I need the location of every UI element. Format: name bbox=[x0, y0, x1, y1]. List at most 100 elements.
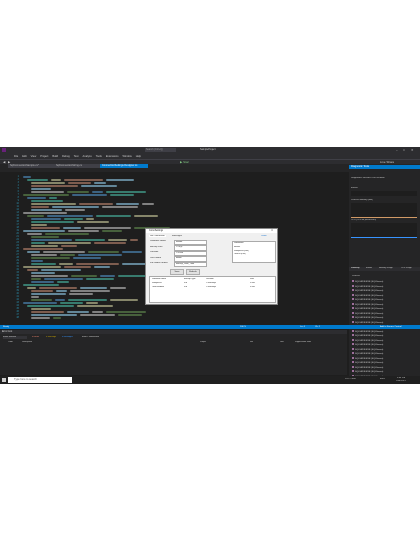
tab-memory-usage[interactable]: Memory Usage bbox=[379, 267, 393, 269]
code-token bbox=[57, 280, 69, 283]
process-name: SQLSRVR.EXE (SQLServer) bbox=[355, 348, 384, 351]
code-token bbox=[72, 193, 107, 196]
process-name: SQLSRVR.EXE (SQLServer) bbox=[355, 335, 384, 337]
tab-summary[interactable]: Summary bbox=[351, 267, 360, 269]
clock-date[interactable]: 10/8/2021 bbox=[396, 380, 406, 382]
build-filter[interactable]: Build + IntelliSense bbox=[82, 336, 99, 338]
backup-grid[interactable]: Database Name Backup Type Location Size Samp… bbox=[149, 276, 276, 303]
process-row[interactable]: SQLSRVR.EXE (SQLServer) bbox=[352, 316, 416, 320]
process-icon bbox=[352, 293, 354, 296]
error-list-column[interactable]: File bbox=[250, 341, 253, 343]
process-row[interactable]: SQLSRVR.EXE (SQLServer) bbox=[352, 284, 416, 289]
error-list-column[interactable]: Suppression State bbox=[295, 341, 311, 343]
taskbar-search-input[interactable]: Type here to search bbox=[8, 377, 72, 383]
title-search-input[interactable]: Search (Ctrl+Q) bbox=[145, 148, 176, 152]
process-row[interactable]: SQLSRVR.EXE (SQLServer) bbox=[352, 334, 416, 338]
source-control-button[interactable]: Add to Source Control bbox=[380, 325, 402, 329]
code-token bbox=[31, 181, 65, 184]
code-token bbox=[31, 316, 50, 319]
database-list[interactable]: Databases Master SampleDB (Full) TestDB (F… bbox=[232, 241, 276, 263]
grid-header[interactable]: Backup Type bbox=[184, 278, 196, 280]
code-token bbox=[27, 232, 42, 235]
menu-item-edit[interactable]: Edit bbox=[22, 155, 26, 158]
grid-header[interactable]: Database Name bbox=[152, 278, 166, 280]
tab-connectionsettings-designer[interactable]: ConnectionSettings.Designer.cs bbox=[100, 164, 148, 168]
field-input[interactable]: Backup_Date_Time bbox=[174, 261, 207, 267]
process-row[interactable]: SQLSRVR.EXE (SQLServer) bbox=[352, 365, 416, 370]
tab-sqlconnectionstring[interactable]: SqlConnectionString.cs bbox=[54, 164, 102, 168]
menu-item-view[interactable]: View bbox=[31, 155, 37, 158]
menu-item-tools[interactable]: Tools bbox=[96, 155, 102, 158]
grid-header[interactable]: Location bbox=[206, 278, 214, 280]
code-token bbox=[102, 229, 122, 232]
tab-messages[interactable]: Messages bbox=[172, 235, 182, 237]
events-label: Events bbox=[351, 187, 358, 189]
menu-item-help[interactable]: Help bbox=[136, 155, 141, 158]
windows-start-icon[interactable] bbox=[2, 378, 6, 382]
process-row[interactable]: SQLSRVR.EXE (SQLServer) bbox=[352, 347, 416, 352]
process-row[interactable]: SQLSRVR.EXE (SQLServer) bbox=[352, 293, 416, 298]
process-row[interactable]: SQLSRVR.EXE (SQLServer) bbox=[352, 352, 416, 356]
code-token bbox=[31, 208, 62, 211]
tab-db-connection[interactable]: DB Connection bbox=[149, 235, 166, 237]
process-row[interactable]: SQLSRVR.EXE (SQLServer) bbox=[352, 361, 416, 365]
process-row[interactable]: SQLSRVR.EXE (SQLServer) bbox=[352, 343, 416, 347]
code-token bbox=[31, 187, 51, 190]
database-list-item[interactable]: Master bbox=[234, 246, 274, 248]
menu-item-window[interactable]: Window bbox=[123, 155, 132, 158]
menu-item-build[interactable]: Build bbox=[52, 155, 58, 158]
dialog-close-icon[interactable]: ✕ bbox=[271, 229, 273, 232]
menu-item-extensions[interactable]: Extensions bbox=[106, 155, 119, 158]
process-row[interactable]: SQLSRVR.EXE (SQLServer) bbox=[352, 320, 416, 325]
warnings-filter[interactable]: 0 Warnings bbox=[46, 336, 56, 338]
database-list-item[interactable]: SampleDB (Full) bbox=[234, 250, 274, 252]
tab-cpu-usage[interactable]: CPU Usage bbox=[401, 267, 412, 269]
weather-widget[interactable]: 24°C Clear bbox=[345, 378, 356, 380]
process-row[interactable]: SQLSRVR.EXE (SQLServer) bbox=[352, 311, 416, 316]
database-list-item[interactable]: TestDB (Full) bbox=[234, 253, 274, 255]
process-row[interactable]: SQLSRVR.EXE (SQLServer) bbox=[352, 338, 416, 343]
process-name: SQLSRVR.EXE (SQLServer) bbox=[355, 330, 384, 333]
tab-sqlconnectionsample[interactable]: SqlConnectionSample.cs* bbox=[8, 164, 56, 168]
code-token bbox=[41, 268, 81, 271]
process-row[interactable]: SQLSRVR.EXE (SQLServer) bbox=[352, 307, 416, 311]
process-name: SQLSRVR.EXE (SQLServer) bbox=[355, 294, 384, 297]
process-row[interactable]: SQLSRVR.EXE (SQLServer) bbox=[352, 280, 416, 284]
scope-select[interactable]: Entire Solution bbox=[3, 336, 27, 339]
tab-events[interactable]: Events bbox=[366, 267, 372, 269]
code-token bbox=[23, 301, 57, 304]
status-ready: Ready bbox=[3, 326, 10, 328]
clock-time[interactable]: 5:04 PM bbox=[397, 377, 405, 379]
process-icon bbox=[352, 329, 354, 332]
process-row[interactable]: SQLSRVR.EXE (SQLServer) bbox=[352, 329, 416, 334]
messages-filter[interactable]: 0 Messages bbox=[62, 336, 73, 338]
process-row[interactable]: SQLSRVR.EXE (SQLServer) bbox=[352, 289, 416, 293]
menu-item-test[interactable]: Test bbox=[74, 155, 79, 158]
error-list-column[interactable]: Description bbox=[22, 341, 32, 343]
dialog-close-button[interactable]: Close bbox=[261, 235, 267, 237]
menu-item-analyze[interactable]: Analyze bbox=[83, 155, 92, 158]
error-list-column[interactable]: Code bbox=[8, 341, 13, 343]
save-button[interactable]: Save bbox=[170, 269, 184, 275]
language-indicator[interactable]: ENG bbox=[380, 378, 385, 380]
menu-item-debug[interactable]: Debug bbox=[62, 155, 70, 158]
close-button[interactable]: ✕ bbox=[411, 148, 416, 152]
process-row[interactable]: SQLSRVR.EXE (SQLServer) bbox=[352, 302, 416, 307]
menu-item-project[interactable]: Project bbox=[40, 155, 48, 158]
window-title: SampleProject bbox=[200, 148, 216, 151]
process-icon bbox=[352, 365, 354, 368]
process-name: SQLSRVR.EXE (SQLServer) bbox=[355, 303, 384, 306]
maximize-button[interactable]: □ bbox=[403, 148, 408, 152]
process-row[interactable]: SQLSRVR.EXE (SQLServer) bbox=[352, 298, 416, 302]
error-list-column[interactable]: Line bbox=[280, 341, 284, 343]
grid-header[interactable]: Size bbox=[250, 278, 254, 280]
zoom-level[interactable]: 100 % bbox=[240, 325, 246, 329]
process-row[interactable]: SQLSRVR.EXE (SQLServer) bbox=[352, 356, 416, 361]
error-list-column[interactable]: Project bbox=[200, 341, 206, 343]
process-row[interactable]: SQLSRVR.EXE (SQLServer) bbox=[352, 370, 416, 374]
menu-item-file[interactable]: File bbox=[14, 155, 18, 158]
errors-filter[interactable]: 0 Errors bbox=[32, 336, 39, 338]
code-token bbox=[71, 274, 97, 277]
minimize-button[interactable]: – bbox=[396, 148, 401, 152]
refresh-button[interactable]: Refresh bbox=[186, 269, 200, 275]
